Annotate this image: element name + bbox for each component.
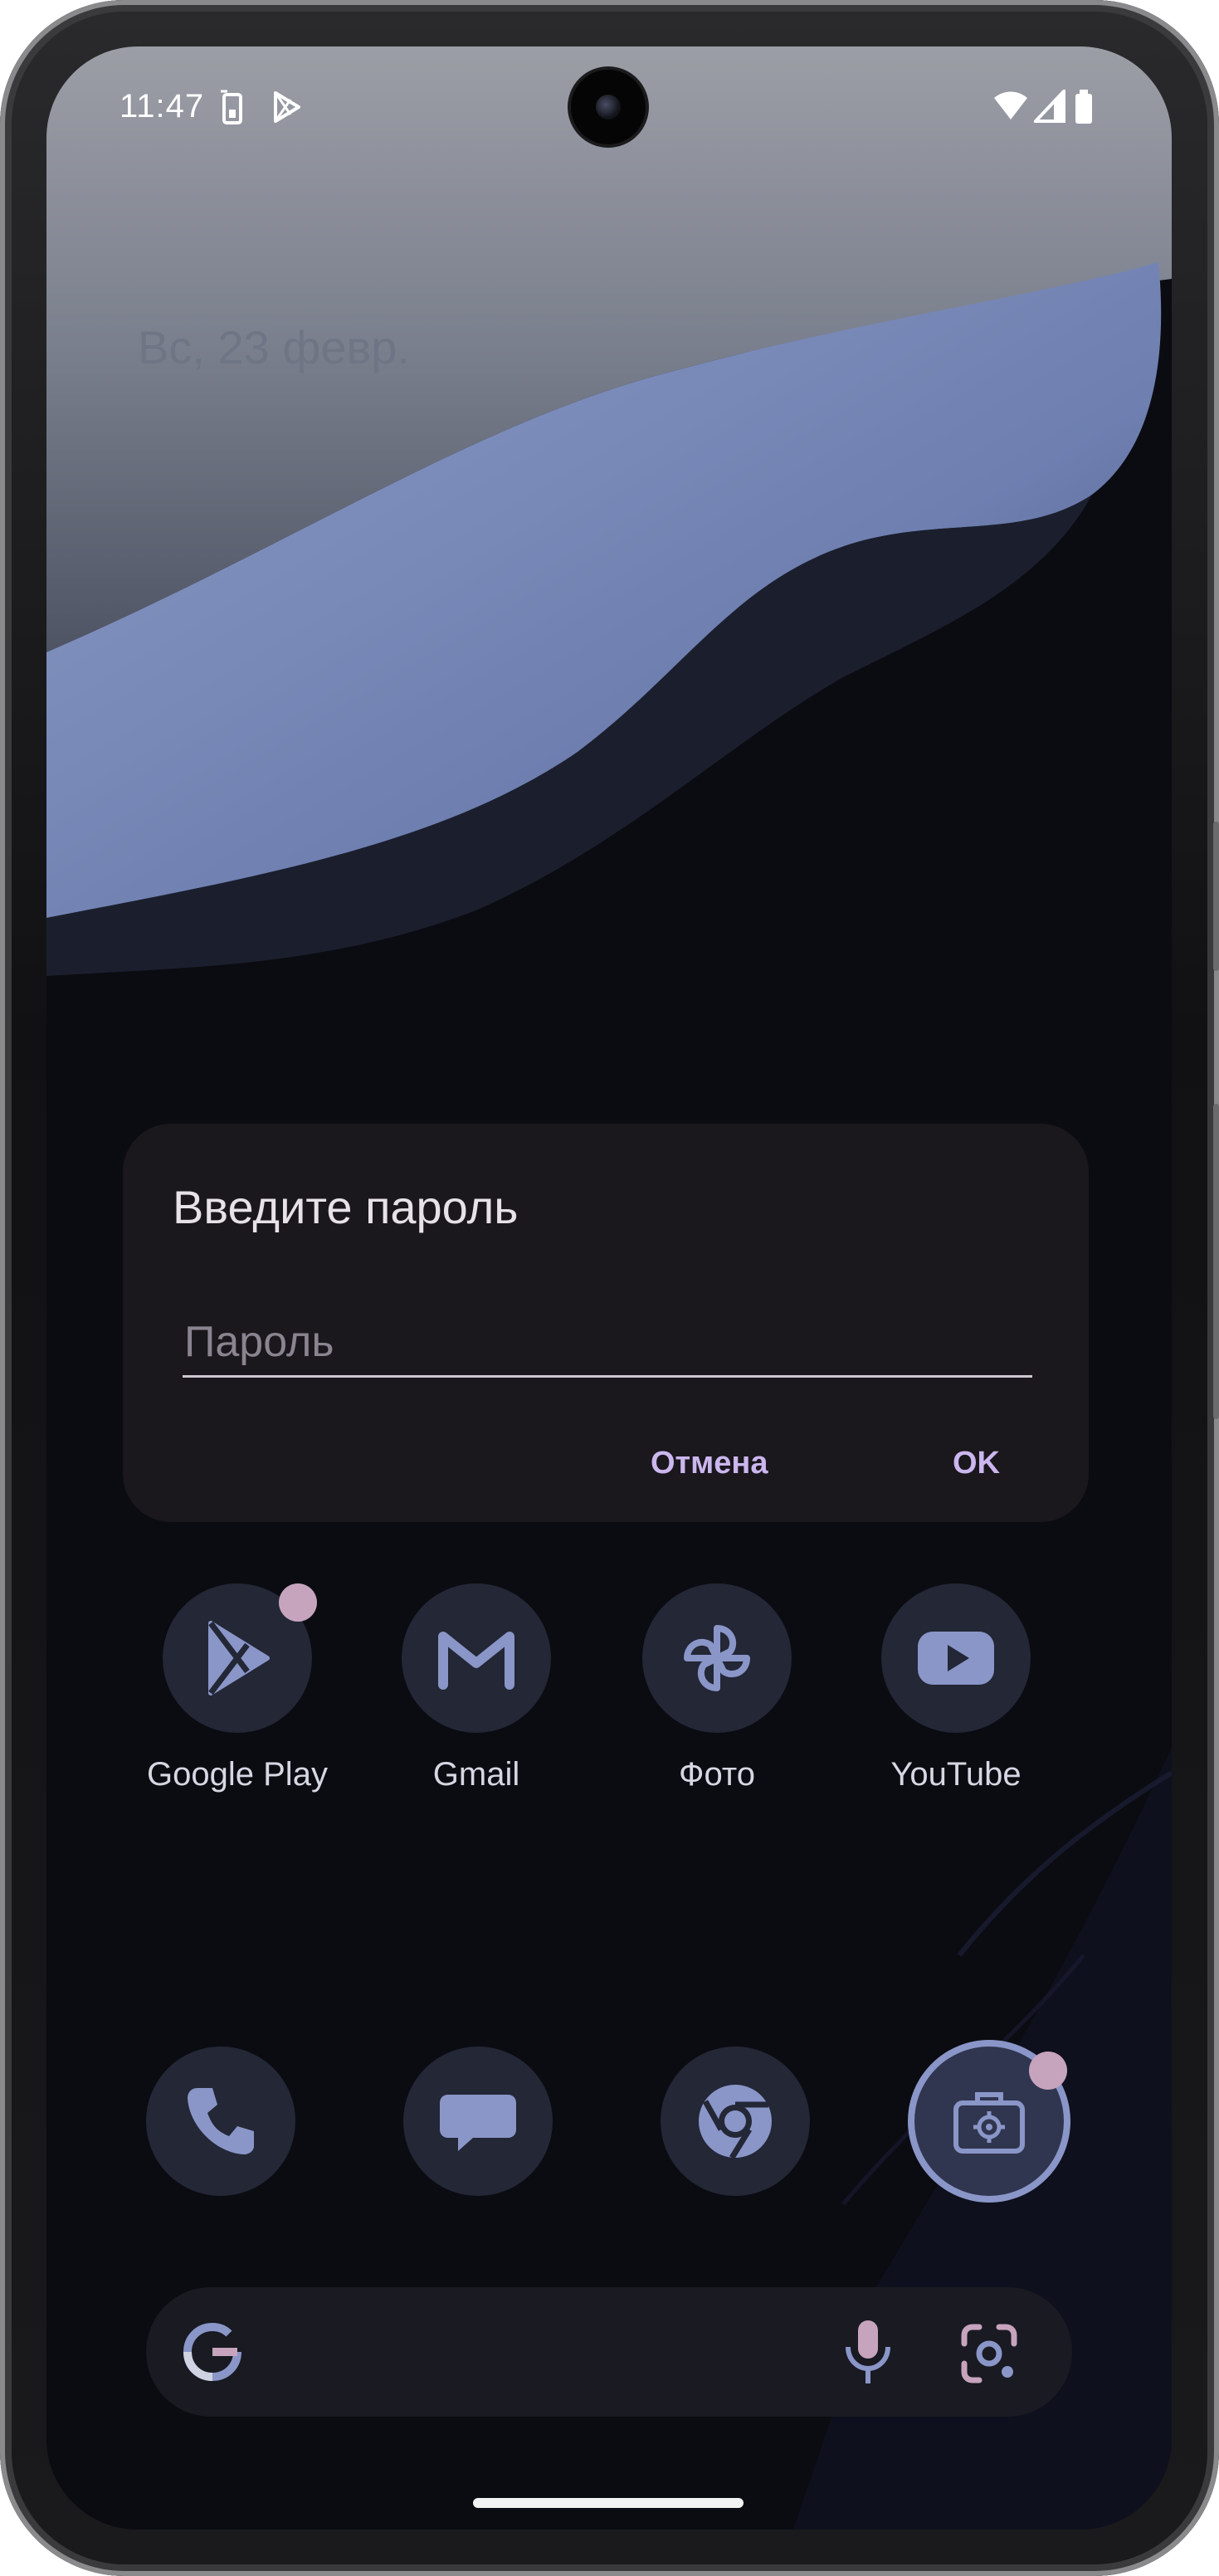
home-indicator[interactable]	[473, 2498, 744, 2508]
google-lens-icon[interactable]	[956, 2320, 1022, 2387]
google-search-bar[interactable]	[146, 2287, 1072, 2417]
status-time: 11:47	[119, 88, 205, 124]
password-input[interactable]	[183, 1315, 1032, 1378]
app-label: Google Play	[147, 1756, 328, 1793]
wifi-icon	[992, 90, 1029, 127]
photos-pinwheel-icon	[684, 1625, 750, 1691]
cancel-button[interactable]: Отмена	[651, 1446, 768, 1481]
phone-icon	[188, 2088, 254, 2154]
volume-button	[1213, 1104, 1219, 1419]
app-label: YouTube	[890, 1756, 1022, 1793]
play-store-icon	[271, 90, 304, 129]
dock-phone[interactable]	[146, 2047, 295, 2196]
messages-icon	[440, 2095, 516, 2151]
notification-badge	[1029, 2052, 1067, 2090]
gmail-icon-circle[interactable]	[402, 1583, 551, 1733]
password-dialog: Введите пароль Отмена OK	[123, 1124, 1089, 1522]
photos-icon-circle[interactable]	[642, 1583, 792, 1733]
notification-badge	[279, 1583, 317, 1622]
dialog-title: Введите пароль	[173, 1181, 519, 1233]
screen: 11:47 Вс, 23 февр. Введите пароль Отмена…	[46, 46, 1172, 2530]
ok-button[interactable]: OK	[953, 1446, 1000, 1481]
battery-icon	[1074, 90, 1094, 129]
google-g-icon[interactable]	[179, 2319, 246, 2385]
app-label: Gmail	[432, 1756, 520, 1793]
front-camera	[571, 70, 646, 144]
google-play-icon	[208, 1621, 270, 1695]
microphone-icon[interactable]	[841, 2317, 895, 2387]
chrome-icon	[699, 2085, 772, 2159]
dock-messages[interactable]	[403, 2047, 553, 2196]
cellular-signal-icon	[1031, 86, 1067, 127]
youtube-icon-circle[interactable]	[881, 1583, 1031, 1733]
dock-chrome[interactable]	[661, 2047, 810, 2196]
work-settings-icon	[953, 2092, 1025, 2154]
youtube-icon	[918, 1632, 994, 1685]
date-widget[interactable]: Вс, 23 февр.	[138, 320, 410, 374]
app-label: Фото	[679, 1756, 755, 1793]
gmail-icon	[438, 1632, 514, 1690]
power-button	[1213, 822, 1219, 971]
phone-sync-icon	[219, 90, 247, 130]
